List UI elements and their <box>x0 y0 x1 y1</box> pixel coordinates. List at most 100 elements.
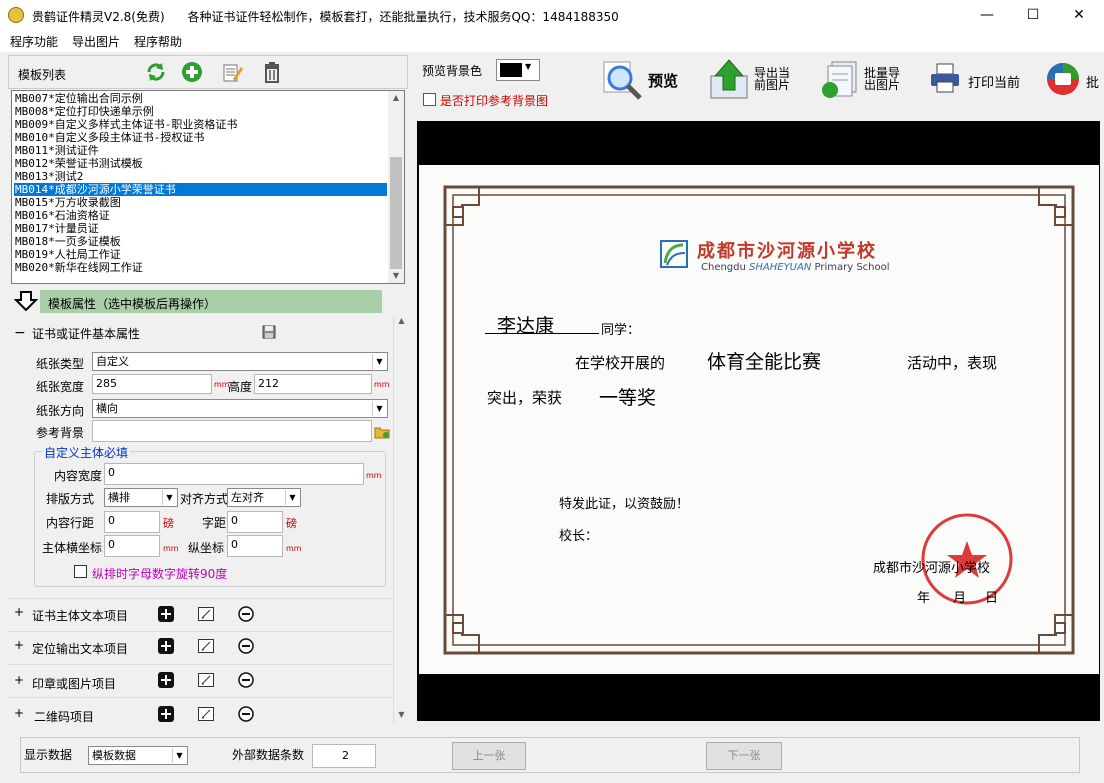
menu-export-image[interactable]: 导出图片 <box>72 33 120 50</box>
unit-mm: mm <box>366 471 382 480</box>
refresh-icon[interactable] <box>145 61 167 83</box>
maximize-button[interactable]: ☐ <box>1010 0 1056 30</box>
close-button[interactable]: ✕ <box>1056 0 1102 30</box>
prev-button[interactable]: 上一张 <box>452 742 526 770</box>
list-item[interactable]: MB011*测试证件 <box>14 144 387 157</box>
menu-program-help[interactable]: 程序帮助 <box>134 33 182 50</box>
edit-item-icon[interactable] <box>198 672 214 688</box>
next-button[interactable]: 下一张 <box>706 742 782 770</box>
group-body-text[interactable]: + 证书主体文本项目 <box>8 598 392 628</box>
ref-bg-input[interactable] <box>92 420 372 442</box>
line2-suffix: 活动中，表现 <box>907 354 998 372</box>
list-item[interactable]: MB013*测试2 <box>14 170 387 183</box>
expand-icon[interactable]: + <box>14 706 24 720</box>
unit-mm: mm <box>163 544 179 553</box>
edit-icon[interactable] <box>221 61 243 83</box>
list-item[interactable]: MB008*定位打印快递单示例 <box>14 105 387 118</box>
down-arrow-icon <box>13 291 39 312</box>
props-scrollbar[interactable]: ▲ ▼ <box>393 316 408 724</box>
add-item-icon[interactable] <box>158 638 174 654</box>
list-item[interactable]: MB007*定位输出合同示例 <box>14 92 387 105</box>
scroll-up-icon[interactable]: ▲ <box>394 316 409 330</box>
remove-item-icon[interactable] <box>238 672 254 688</box>
save-icon[interactable] <box>262 325 276 339</box>
collapse-icon[interactable]: − <box>14 325 26 341</box>
content-width-input[interactable]: 0 <box>104 463 364 485</box>
batch-export-button[interactable]: 批量导 出图片 <box>864 67 900 91</box>
props-header: 模板属性（选中模板后再操作） <box>48 297 217 311</box>
minimize-button[interactable]: — <box>964 0 1010 30</box>
unit-mm: mm <box>374 380 390 389</box>
menu-program-functions[interactable]: 程序功能 <box>10 33 58 50</box>
edit-item-icon[interactable] <box>198 706 214 722</box>
edit-item-icon[interactable] <box>198 638 214 654</box>
paper-type-select[interactable]: 自定义 ▼ <box>92 352 388 371</box>
edit-item-icon[interactable] <box>198 606 214 622</box>
paper-height-input[interactable]: 212 <box>254 374 372 394</box>
list-item[interactable]: MB009*自定义多样式主体证书-职业资格证书 <box>14 118 387 131</box>
add-item-icon[interactable] <box>158 706 174 722</box>
export-current-icon[interactable] <box>708 58 750 100</box>
bg-color-label: 预览背景色 <box>422 64 483 78</box>
paper-width-input[interactable]: 285 <box>92 374 212 394</box>
batch-print-button[interactable]: 批 <box>1086 72 1099 91</box>
scroll-thumb[interactable] <box>390 157 402 269</box>
char-spacing-label: 字距 <box>202 516 227 530</box>
award-name: 一等奖 <box>599 387 657 409</box>
group-position-text[interactable]: + 定位输出文本项目 <box>8 631 392 661</box>
folder-icon[interactable] <box>374 425 390 439</box>
rotate-checkbox-label: 纵排时字母数字旋转90度 <box>92 567 228 581</box>
add-item-icon[interactable] <box>158 606 174 622</box>
scroll-down-icon[interactable]: ▼ <box>388 269 404 283</box>
layout-select[interactable]: 横排 ▼ <box>104 488 178 507</box>
batch-print-icon[interactable] <box>1046 62 1080 96</box>
group-seal-image[interactable]: + 印章或图片项目 <box>8 664 392 694</box>
chevron-down-icon: ▼ <box>372 401 386 416</box>
display-data-select[interactable]: 模板数据 ▼ <box>88 746 188 765</box>
issuer-name: 成都市沙河源小学校 <box>873 561 991 576</box>
expand-icon[interactable]: + <box>14 605 24 619</box>
print-ref-bg-checkbox[interactable] <box>423 93 436 106</box>
group-label: 二维码项目 <box>34 710 95 724</box>
x-coord-input[interactable]: 0 <box>104 535 160 557</box>
custom-group-title: 自定义主体必填 <box>42 444 131 461</box>
preview-button[interactable]: 预览 <box>648 70 678 91</box>
remove-item-icon[interactable] <box>238 606 254 622</box>
list-item[interactable]: MB016*石油资格证 <box>14 209 387 222</box>
remove-item-icon[interactable] <box>238 638 254 654</box>
preview-magnifier-icon[interactable] <box>600 58 644 102</box>
align-select[interactable]: 左对齐 ▼ <box>227 488 301 507</box>
external-count-input[interactable]: 2 <box>312 744 376 768</box>
unit-bang: 磅 <box>286 517 297 530</box>
char-spacing-input[interactable]: 0 <box>227 511 283 533</box>
list-item[interactable]: MB020*新华在线网工作证 <box>14 261 387 274</box>
printer-icon[interactable] <box>929 62 961 94</box>
scroll-up-icon[interactable]: ▲ <box>388 91 404 105</box>
print-current-button[interactable]: 打印当前 <box>968 72 1020 91</box>
remove-item-icon[interactable] <box>238 706 254 722</box>
export-current-button[interactable]: 导出当 前图片 <box>754 67 790 91</box>
delete-icon[interactable] <box>261 61 283 83</box>
y-coord-input[interactable]: 0 <box>227 535 283 557</box>
expand-icon[interactable]: + <box>14 638 24 652</box>
list-item[interactable]: MB019*人社局工作证 <box>14 248 387 261</box>
expand-icon[interactable]: + <box>14 673 24 687</box>
add-item-icon[interactable] <box>158 672 174 688</box>
list-item-selected[interactable]: MB014*成都沙河源小学荣誉证书 <box>14 183 387 196</box>
list-item[interactable]: MB017*计量员证 <box>14 222 387 235</box>
add-icon[interactable] <box>181 61 203 83</box>
list-item[interactable]: MB012*荣誉证书测试模板 <box>14 157 387 170</box>
group-qrcode[interactable]: + 二维码项目 <box>8 697 392 727</box>
batch-export-icon[interactable] <box>818 58 860 100</box>
list-item[interactable]: MB010*自定义多段主体证书-授权证书 <box>14 131 387 144</box>
orientation-select[interactable]: 横向 ▼ <box>92 399 388 418</box>
orientation-value: 横向 <box>96 402 118 415</box>
rotate-checkbox[interactable] <box>74 565 87 578</box>
list-item[interactable]: MB018*一页多证模板 <box>14 235 387 248</box>
bg-color-picker[interactable]: ▼ <box>496 59 540 81</box>
line-spacing-input[interactable]: 0 <box>104 511 160 533</box>
list-item[interactable]: MB015*万方收录截图 <box>14 196 387 209</box>
scroll-down-icon[interactable]: ▼ <box>394 710 409 724</box>
template-list[interactable]: MB007*定位输出合同示例 MB008*定位打印快递单示例 MB009*自定义… <box>11 90 405 284</box>
list-scrollbar[interactable]: ▲ ▼ <box>388 91 404 283</box>
